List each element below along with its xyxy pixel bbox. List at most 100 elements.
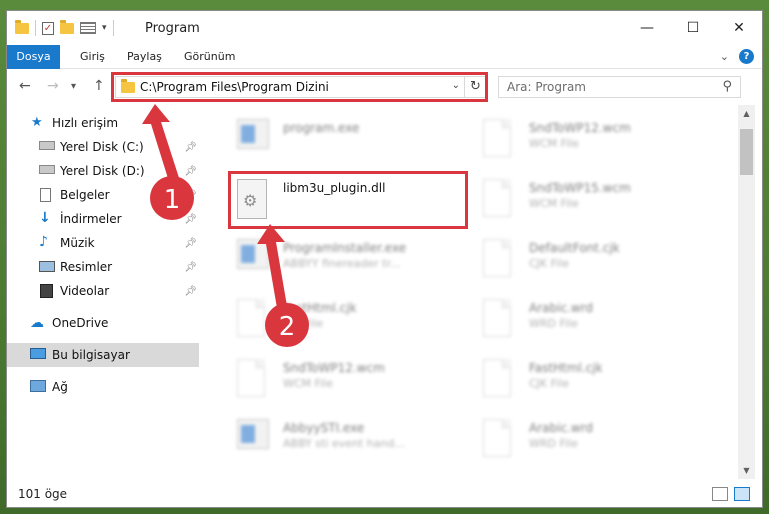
ribbon-controls: ⌄ ? — [720, 49, 754, 64]
sidebar-item-downloads[interactable]: ↓ İndirmeler 📌︎ — [7, 207, 199, 231]
toolbar-divider — [112, 20, 114, 36]
help-icon[interactable]: ? — [739, 49, 754, 64]
tiles-view-icon[interactable] — [734, 487, 750, 501]
scroll-down-icon[interactable]: ▼ — [738, 462, 755, 479]
pin-icon[interactable]: 📌︎ — [184, 262, 197, 273]
pictures-icon — [39, 261, 55, 272]
file-name: AbbyySTI.exe — [283, 421, 365, 435]
file-tile[interactable]: DefaultFont.cjk CJK File — [475, 235, 705, 291]
pin-icon[interactable]: 📌︎ — [184, 238, 197, 249]
new-folder-icon[interactable] — [60, 19, 74, 34]
folder-icon — [15, 19, 29, 34]
sidebar-item-label: Yerel Disk (C:) — [60, 140, 144, 154]
details-view-icon[interactable] — [712, 487, 728, 501]
pin-icon[interactable]: 📌︎ — [184, 142, 197, 153]
sidebar-item-local-disk-c[interactable]: Yerel Disk (C:) 📌︎ — [7, 135, 199, 159]
file-name: DefaultFont.cjk — [529, 241, 620, 255]
sidebar-item-label: Ağ — [52, 380, 68, 394]
rename-icon[interactable] — [80, 22, 96, 34]
sidebar-item-videos[interactable]: Videolar 📌︎ — [7, 279, 199, 303]
title-bar: ✓ ▾ Program — ☐ ✕ — [7, 11, 762, 45]
downloads-icon: ↓ — [39, 210, 51, 226]
tab-home[interactable]: Giriş — [80, 45, 105, 69]
file-tile[interactable]: FastHtml.cjk CJK File — [475, 355, 705, 411]
up-arrow-icon[interactable]: ↑ — [93, 78, 105, 94]
documents-icon — [40, 188, 51, 202]
sidebar-item-music[interactable]: ♪ Müzik 📌︎ — [7, 231, 199, 255]
sidebar-item-label: Müzik — [60, 236, 95, 250]
file-name: SndToWP15.wcm — [529, 181, 631, 195]
navigation-bar: ← → ▾ ↑ C:\Program Files\Program Dizini … — [7, 69, 762, 105]
file-type: WCM File — [283, 377, 333, 390]
view-switcher — [712, 487, 750, 501]
file-name: Arabic.wrd — [529, 301, 594, 315]
window-controls: — ☐ ✕ — [624, 11, 762, 45]
sidebar-item-label: Resimler — [60, 260, 113, 274]
status-bar: 101 öge — [7, 481, 762, 507]
search-placeholder: Ara: Program — [507, 80, 586, 94]
file-tile[interactable]: Arabic.wrd WRD File — [475, 415, 705, 471]
file-tile[interactable]: program.exe — [229, 115, 459, 171]
pin-icon[interactable]: 📌︎ — [184, 286, 197, 297]
music-icon: ♪ — [39, 234, 48, 250]
file-list: program.exe SndToWP12.wcm WCM File ⚙ lib… — [203, 105, 737, 479]
expand-ribbon-chevron-icon[interactable]: ⌄ — [720, 50, 729, 63]
document-icon — [483, 239, 513, 279]
document-icon — [237, 299, 267, 339]
recent-locations-chevron-icon[interactable]: ▾ — [71, 81, 76, 92]
setup-icon — [237, 119, 269, 159]
search-icon[interactable]: ⚲ — [722, 79, 732, 94]
sidebar-item-this-pc[interactable]: Bu bilgisayar — [7, 343, 199, 367]
sidebar-item-quick-access[interactable]: ★ Hızlı erişim — [7, 111, 199, 135]
sidebar-item-label: Bu bilgisayar — [52, 348, 130, 362]
file-tile[interactable]: SndToWP15.wcm WCM File — [475, 175, 705, 231]
tab-file[interactable]: Dosya — [7, 45, 60, 69]
file-tile[interactable]: AbbyySTI.exe ABBY sti event hand... — [229, 415, 459, 471]
navigation-pane: ★ Hızlı erişim Yerel Disk (C:) 📌︎ Yerel … — [7, 105, 201, 479]
file-type: CJK File — [529, 377, 570, 390]
properties-check-icon[interactable]: ✓ — [42, 21, 54, 35]
file-tile[interactable]: FastHtml.cjk CJK File — [229, 295, 459, 351]
cloud-icon: ☁ — [30, 315, 44, 331]
document-icon — [483, 179, 513, 219]
network-icon — [30, 380, 46, 392]
forward-arrow-icon[interactable]: → — [47, 78, 59, 94]
customize-toolbar-chevron-icon[interactable]: ▾ — [102, 23, 107, 33]
search-input[interactable]: Ara: Program ⚲ — [498, 76, 741, 98]
pin-icon[interactable]: 📌︎ — [184, 190, 197, 201]
file-type: CJK File — [529, 257, 570, 270]
sidebar-item-local-disk-d[interactable]: Yerel Disk (D:) 📌︎ — [7, 159, 199, 183]
tab-view[interactable]: Görünüm — [184, 45, 235, 69]
pin-icon[interactable]: 📌︎ — [184, 214, 197, 225]
dll-file-highlight — [228, 171, 468, 229]
vertical-scrollbar[interactable]: ▲ ▼ — [738, 105, 755, 479]
drive-icon — [39, 141, 55, 150]
sidebar-item-pictures[interactable]: Resimler 📌︎ — [7, 255, 199, 279]
file-name: FastHtml.cjk — [283, 301, 357, 315]
file-name: SndToWP12.wcm — [283, 361, 385, 375]
minimize-button[interactable]: — — [624, 11, 670, 45]
back-arrow-icon[interactable]: ← — [19, 78, 31, 94]
file-name: SndToWP12.wcm — [529, 121, 631, 135]
scrollbar-thumb[interactable] — [740, 129, 753, 175]
sidebar-item-documents[interactable]: Belgeler 📌︎ — [7, 183, 199, 207]
window-title: Program — [145, 21, 200, 36]
file-type: ABBYY finereader tr... — [283, 257, 401, 270]
scroll-up-icon[interactable]: ▲ — [738, 105, 755, 122]
sidebar-item-network[interactable]: Ağ — [7, 375, 199, 399]
toolbar-divider — [35, 20, 36, 36]
sidebar-item-onedrive[interactable]: ☁ OneDrive — [7, 311, 199, 335]
file-tile[interactable]: Arabic.wrd WRD File — [475, 295, 705, 351]
file-name: ProgramInstaller.exe — [283, 241, 407, 255]
pin-icon[interactable]: 📌︎ — [184, 166, 197, 177]
address-bar-highlight — [111, 72, 488, 102]
file-tile[interactable]: SndToWP12.wcm WCM File — [475, 115, 705, 171]
maximize-button[interactable]: ☐ — [670, 11, 716, 45]
file-tile[interactable]: ProgramInstaller.exe ABBYY finereader tr… — [229, 235, 459, 291]
tab-share[interactable]: Paylaş — [127, 45, 162, 69]
file-tile[interactable]: SndToWP12.wcm WCM File — [229, 355, 459, 411]
explorer-window: ✓ ▾ Program — ☐ ✕ Dosya Giriş Paylaş Gör… — [6, 10, 763, 508]
file-name: FastHtml.cjk — [529, 361, 603, 375]
drive-icon — [39, 165, 55, 174]
close-button[interactable]: ✕ — [716, 11, 762, 45]
